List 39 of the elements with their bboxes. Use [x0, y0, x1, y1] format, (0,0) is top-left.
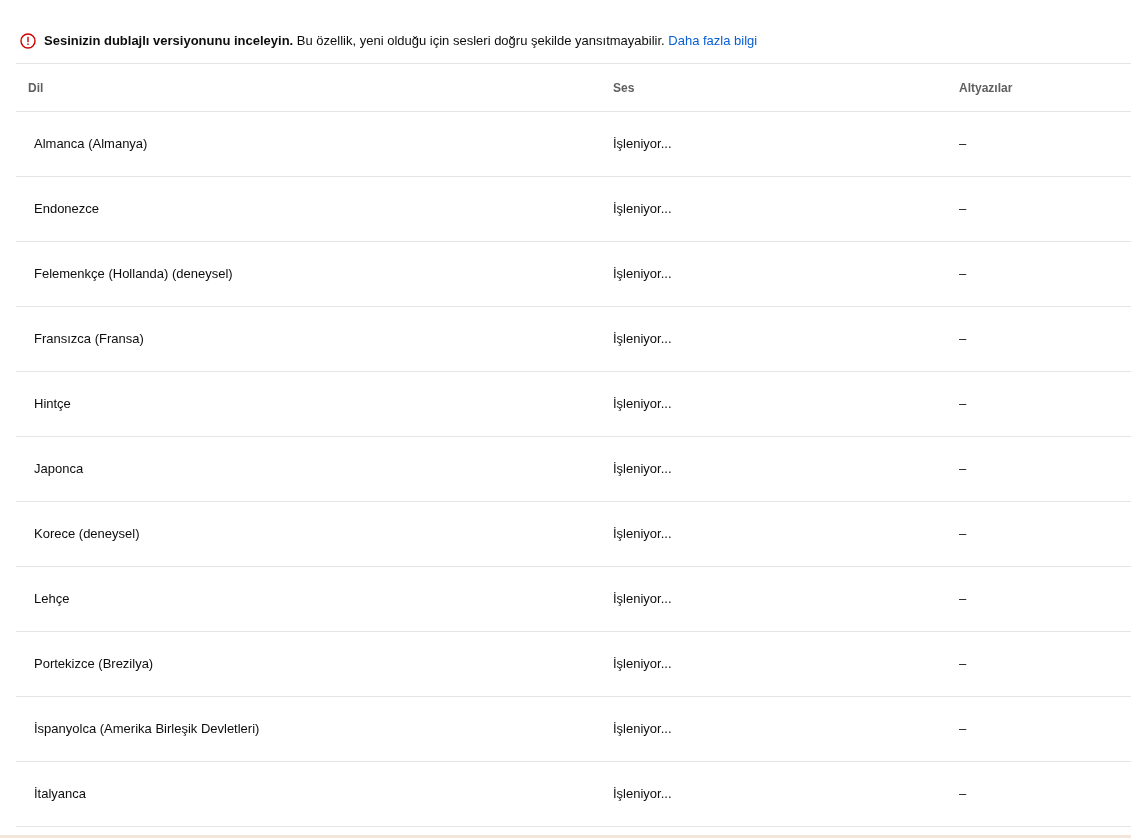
subtitles-cell: – — [959, 721, 967, 737]
subtitles-cell: – — [959, 461, 967, 477]
column-header: Dil — [28, 80, 44, 95]
audio-status: İşleniyor... — [613, 656, 672, 672]
subtitles-cell: – — [959, 591, 967, 607]
subtitles-cell: – — [959, 201, 967, 217]
column-header: Ses — [613, 80, 635, 95]
audio-status: İşleniyor... — [613, 266, 672, 282]
audio-status: İşleniyor... — [613, 461, 672, 477]
audio-status: İşleniyor... — [613, 721, 672, 737]
language-cell: Fransızca (Fransa) — [34, 331, 144, 347]
language-cell: Hintçe — [34, 396, 71, 412]
error-icon — [20, 33, 36, 49]
learn-more-link[interactable]: Daha fazla bilgi — [668, 33, 758, 49]
language-cell: Japonca — [34, 461, 84, 477]
audio-status: İşleniyor... — [613, 591, 672, 607]
subtitles-cell: – — [959, 656, 967, 672]
language-cell: İtalyanca — [34, 786, 87, 802]
language-cell: Almanca (Almanya) — [34, 136, 148, 152]
language-cell: Korece (deneysel) — [34, 526, 140, 542]
audio-status: İşleniyor... — [613, 526, 672, 542]
notice-text: Sesinizin dublajlı versiyonunu inceleyin. Bu özellik, yeni olduğu için sesleri doğru şekilde yansıtmayabilir. Daha fazla bilgi — [44, 32, 758, 51]
language-cell: Portekizce (Brezilya) — [34, 656, 154, 672]
subtitles-cell: – — [959, 526, 967, 542]
audio-status: İşleniyor... — [613, 201, 672, 217]
language-cell: Endonezce — [34, 201, 100, 217]
language-cell: Felemenkçe (Hollanda) (deneysel) — [34, 266, 233, 282]
audio-status: İşleniyor... — [613, 396, 672, 412]
subtitles-cell: – — [959, 136, 967, 152]
subtitles-cell: – — [959, 266, 967, 282]
audio-status: İşleniyor... — [613, 136, 672, 152]
audio-status: İşleniyor... — [613, 331, 672, 347]
subtitles-cell: – — [959, 396, 967, 412]
language-cell: İspanyolca (Amerika Birleşik Devletleri) — [34, 721, 260, 737]
language-cell: Lehçe — [34, 591, 70, 607]
column-header: Altyazılar — [959, 80, 1013, 95]
subtitles-cell: – — [959, 331, 967, 347]
subtitles-cell: – — [959, 786, 967, 802]
audio-status: İşleniyor... — [613, 786, 672, 802]
